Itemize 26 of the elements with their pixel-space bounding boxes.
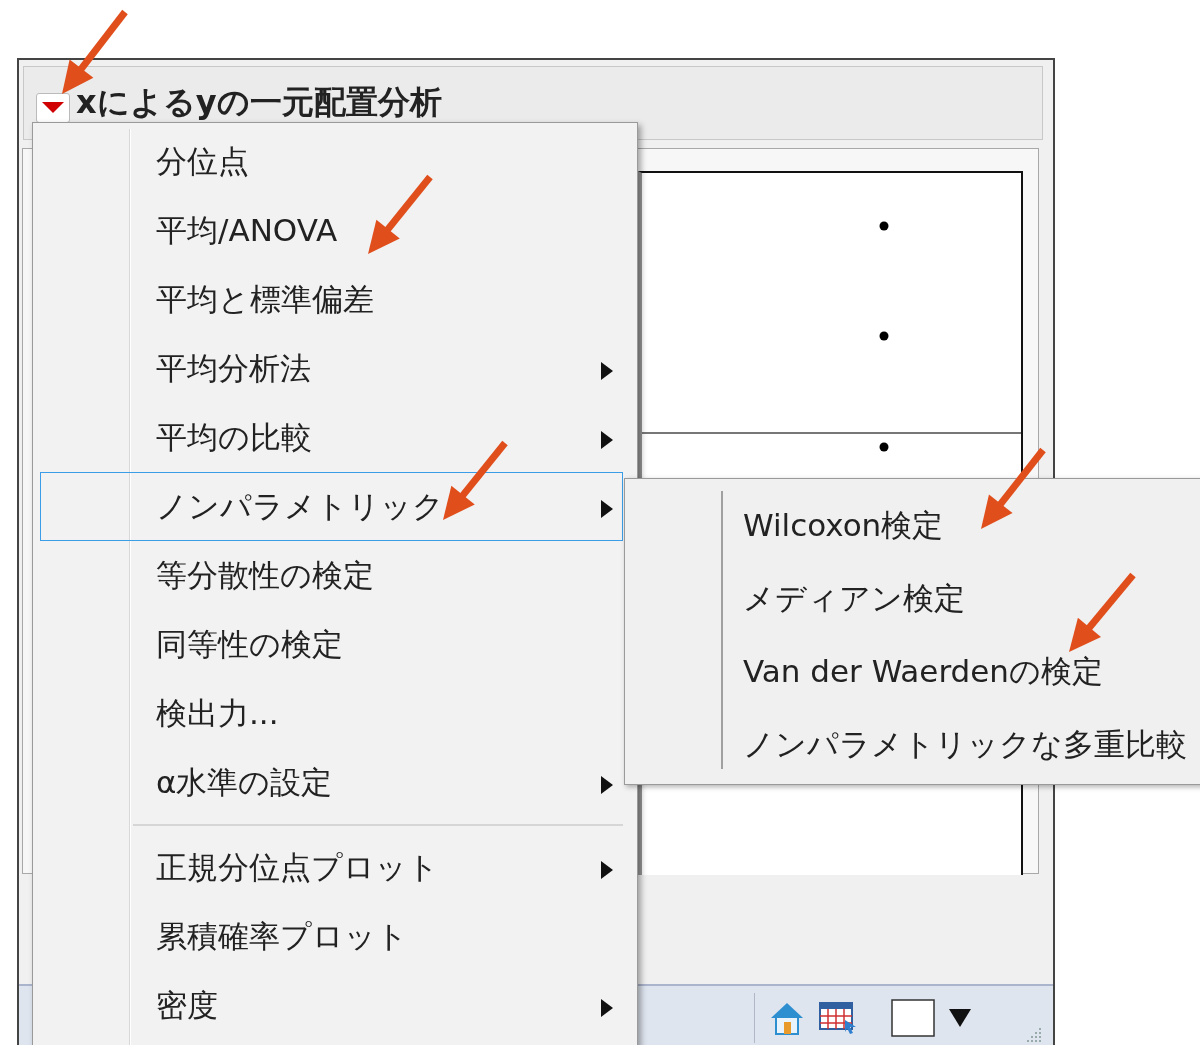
menu-item[interactable]: Van der Waerdenの検定 — [625, 635, 1200, 708]
menu-item[interactable]: 正規分位点プロット — [40, 833, 623, 902]
menu-item[interactable]: ノンパラメトリックな多重比較 — [625, 708, 1200, 781]
caret-icon — [42, 102, 64, 114]
menu-item[interactable]: Wilcoxon検定 — [625, 489, 1200, 562]
dropdown-arrow-icon[interactable] — [949, 1009, 971, 1027]
menu-item[interactable]: 密度 — [40, 971, 623, 1040]
data-point — [879, 221, 889, 231]
home-icon[interactable] — [769, 1001, 805, 1035]
color-swatch[interactable] — [891, 999, 935, 1037]
data-point — [879, 331, 889, 341]
menu-item[interactable]: 検出力... — [40, 679, 623, 748]
menu-item[interactable]: ノンパラメトリック — [40, 472, 623, 541]
menu-item[interactable]: 分位点 — [40, 127, 623, 196]
menu-button[interactable] — [36, 93, 70, 123]
menu-item[interactable]: 平均分析法 — [40, 334, 623, 403]
menu-item[interactable]: 平均/ANOVA — [40, 196, 623, 265]
menu-item[interactable]: メディアン検定 — [625, 562, 1200, 635]
menu-item[interactable]: 平均と標準偏差 — [40, 265, 623, 334]
menu-item[interactable]: α水準の設定 — [40, 748, 623, 817]
menu-item[interactable]: 等分散性の検定 — [40, 541, 623, 610]
menu-item[interactable]: 平均の比較 — [40, 403, 623, 472]
window-title: xによるyの一元配置分析 — [76, 82, 442, 123]
data-point — [879, 442, 889, 452]
menu-item[interactable]: 累積確率プロット — [40, 902, 623, 971]
menu-item[interactable]: 同等性の検定 — [40, 610, 623, 679]
